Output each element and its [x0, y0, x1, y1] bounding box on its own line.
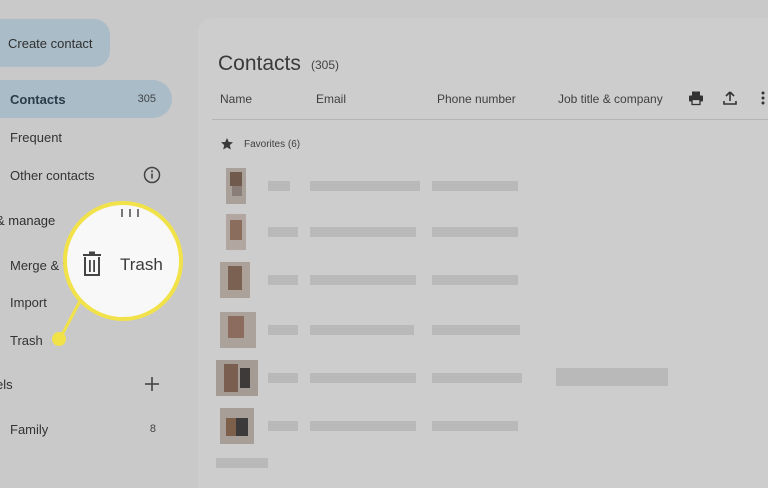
sidebar-item-family[interactable]: Family 8 [0, 410, 172, 448]
avatar [220, 262, 250, 298]
labels-heading: els [0, 377, 13, 392]
export-icon[interactable] [722, 90, 738, 106]
table-row[interactable] [216, 408, 676, 444]
more-options-icon[interactable] [758, 90, 768, 106]
blurred-text [310, 275, 416, 285]
page-title-count: (305) [311, 58, 340, 72]
sidebar-item-label: Import [10, 294, 47, 310]
star-icon [221, 138, 233, 150]
sidebar-item-label: Family [10, 421, 49, 437]
callout-dot [52, 332, 66, 346]
blurred-text [216, 458, 268, 468]
blurred-text [268, 181, 290, 191]
sidebar-item-label: Contacts [10, 91, 66, 107]
sidebar-item-label: Other contacts [10, 167, 95, 183]
sidebar-item-label: Frequent [10, 129, 63, 145]
callout-tick [129, 209, 131, 217]
header-divider [212, 119, 768, 120]
table-row[interactable] [216, 360, 676, 396]
column-header-phone[interactable]: Phone number [437, 92, 516, 106]
avatar [226, 168, 246, 204]
avatar [220, 408, 254, 444]
avatar [220, 312, 256, 348]
sidebar-item-contacts[interactable]: Contacts 305 [0, 80, 172, 118]
blurred-text [310, 373, 416, 383]
blurred-text [310, 325, 414, 335]
fix-manage-heading: & manage [0, 213, 56, 228]
trash-label[interactable]: Trash [120, 255, 163, 275]
blurred-text [432, 325, 520, 335]
blurred-text [310, 181, 420, 191]
blurred-text [432, 421, 518, 431]
blurred-text [268, 325, 298, 335]
column-header-email[interactable]: Email [316, 92, 346, 106]
sidebar-item-frequent[interactable]: Frequent [0, 118, 172, 156]
info-icon[interactable] [143, 166, 161, 184]
family-count: 8 [149, 423, 156, 435]
table-row[interactable] [216, 312, 676, 348]
avatar [216, 360, 258, 396]
table-row[interactable] [216, 214, 676, 250]
sidebar-item-trash[interactable]: Trash [0, 321, 172, 359]
print-icon[interactable] [688, 90, 704, 106]
page-title: Contacts [218, 52, 301, 75]
column-header-name[interactable]: Name [220, 92, 252, 106]
table-row[interactable] [216, 262, 676, 298]
blurred-text [432, 227, 518, 237]
avatar [226, 214, 246, 250]
table-row[interactable] [216, 168, 676, 204]
callout-tick [121, 209, 123, 217]
plus-icon[interactable] [143, 375, 161, 393]
blurred-text [432, 373, 522, 383]
blurred-text [268, 421, 298, 431]
blurred-text [310, 421, 416, 431]
magnifier-callout: Trash [63, 201, 183, 321]
contacts-count: 305 [137, 93, 156, 105]
create-contact-button[interactable]: Create contact [0, 19, 110, 67]
blurred-text [432, 275, 518, 285]
blurred-text [556, 368, 668, 386]
sidebar-item-label: Trash [10, 332, 43, 348]
blurred-text [268, 275, 298, 285]
favorites-heading: Favorites (6) [244, 139, 301, 150]
column-header-job-title[interactable]: Job title & company [558, 92, 663, 106]
trash-icon[interactable] [81, 251, 103, 277]
sidebar-item-label: Merge & f [10, 257, 67, 273]
blurred-text [268, 227, 298, 237]
blurred-text [268, 373, 298, 383]
callout-tick [137, 209, 139, 217]
create-contact-label: Create contact [8, 35, 93, 51]
blurred-text [310, 227, 416, 237]
blurred-text [432, 181, 518, 191]
